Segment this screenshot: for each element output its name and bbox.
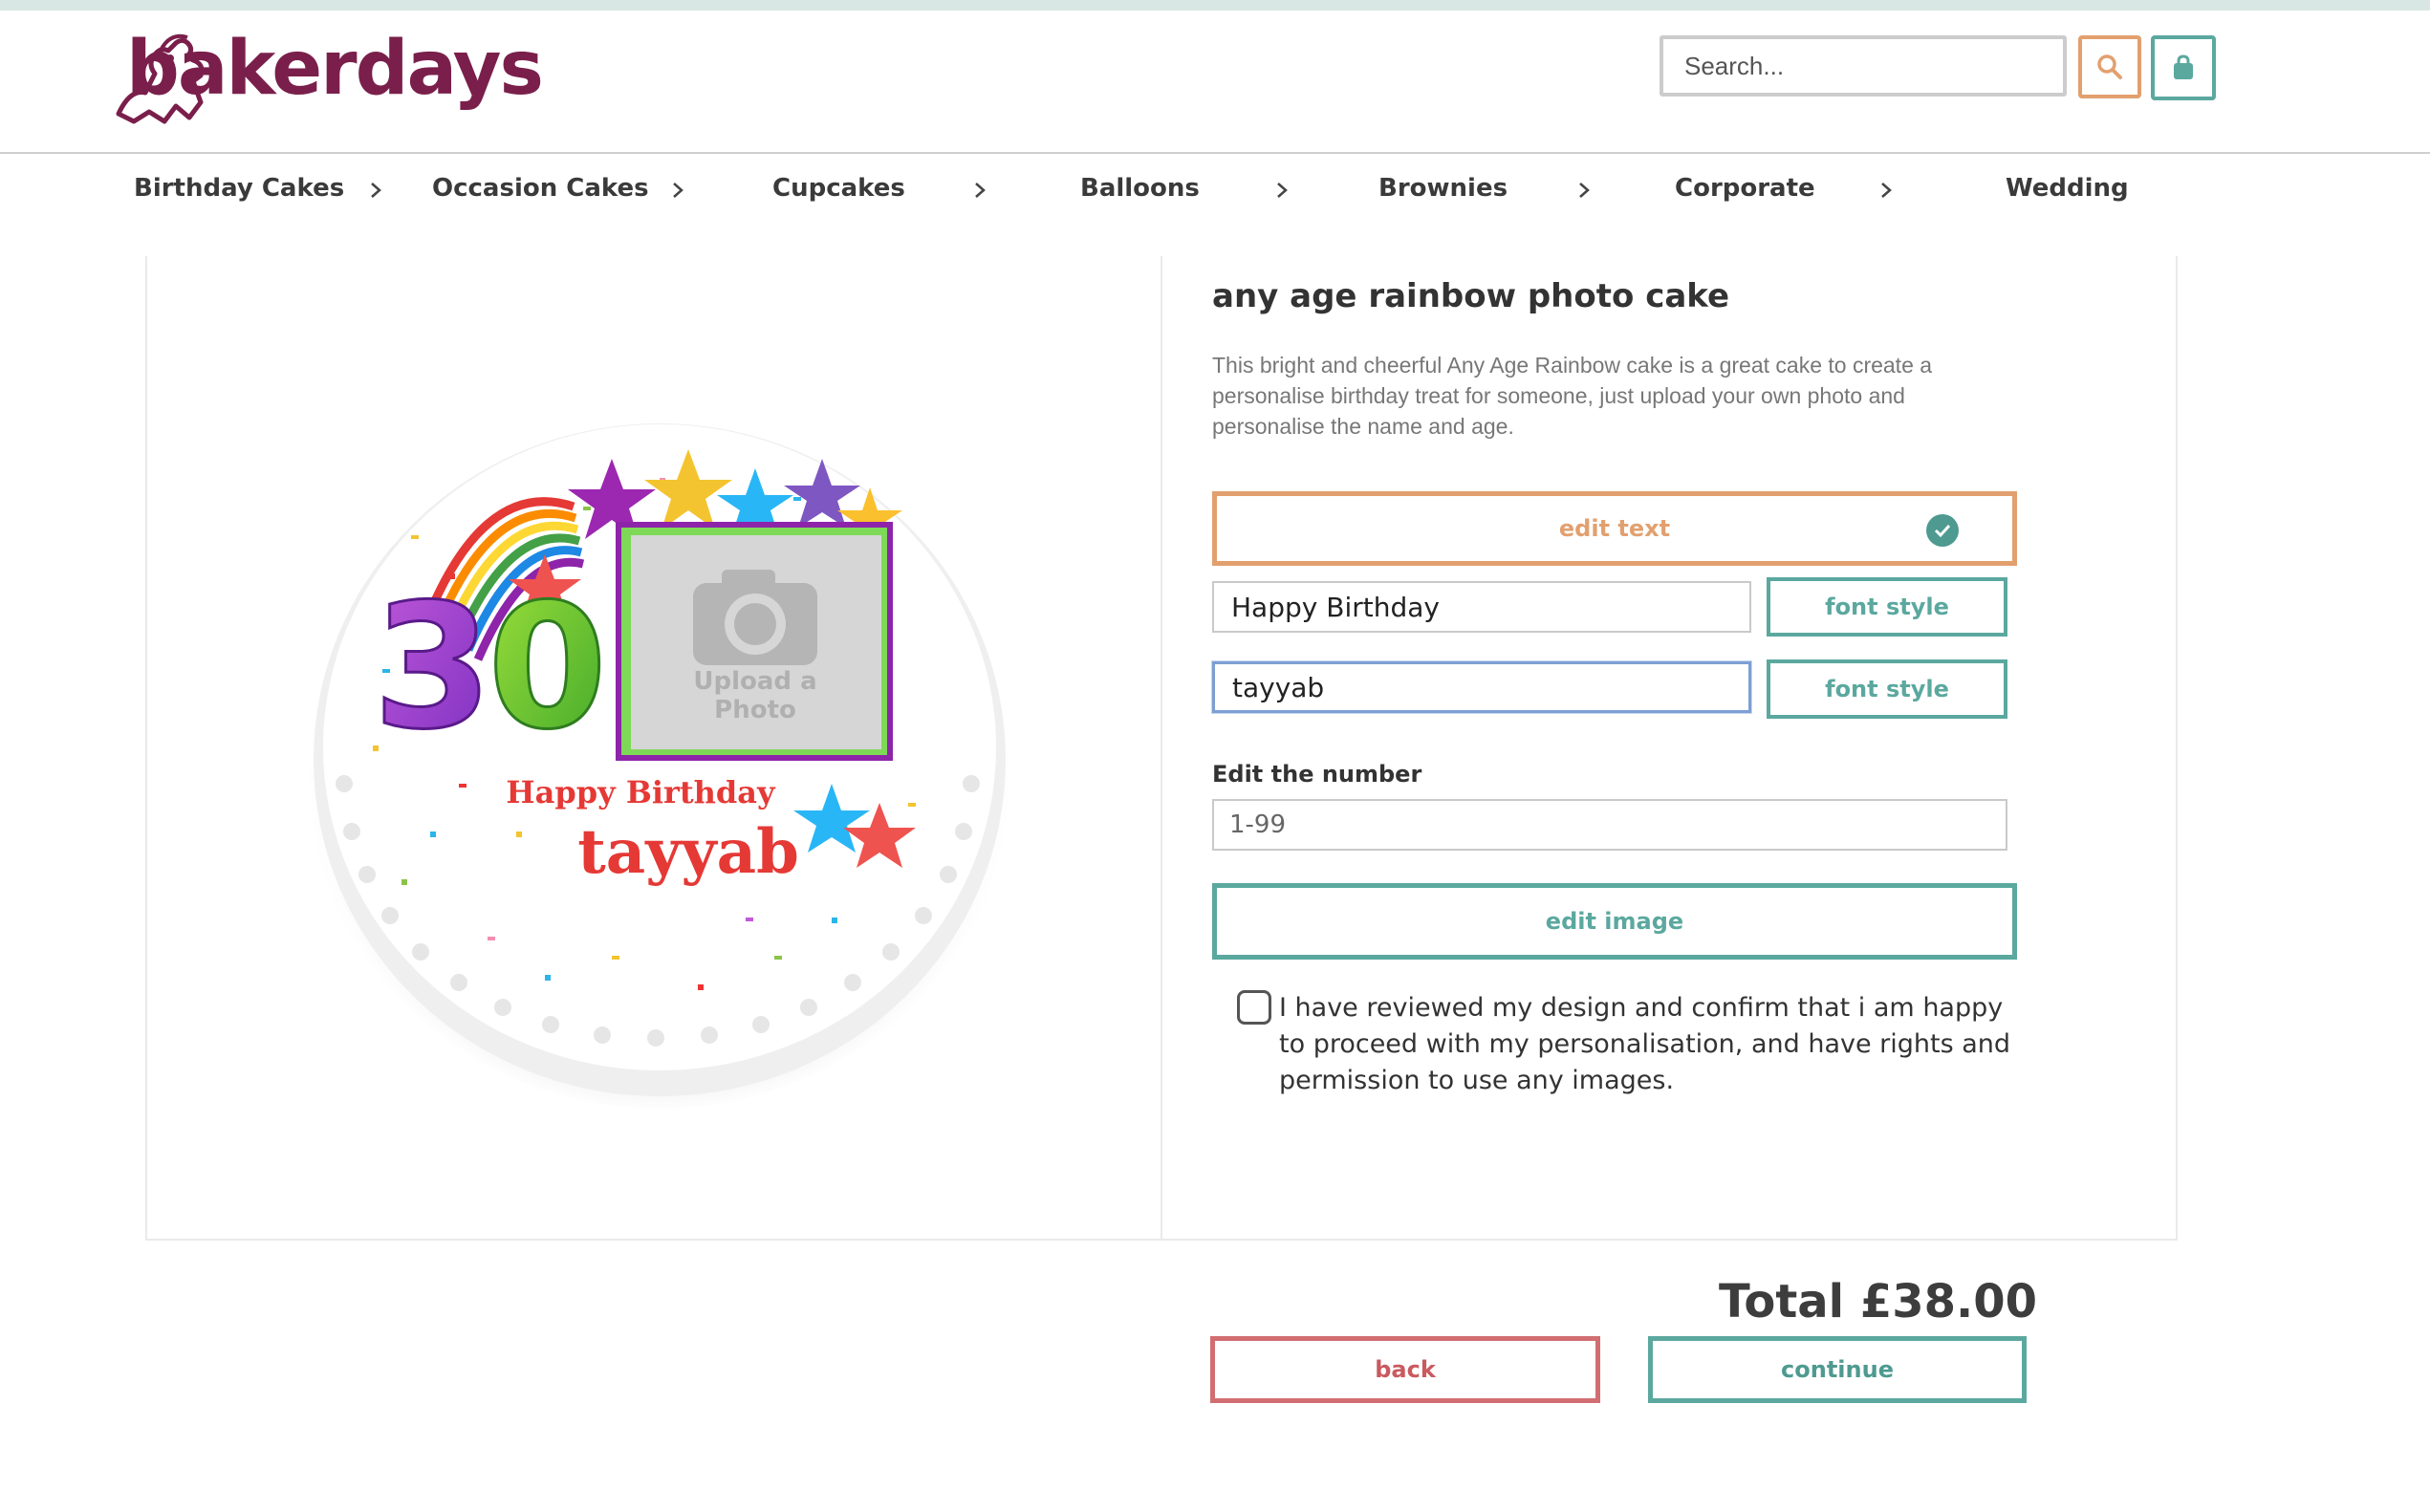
cake-illustration: 3 0 xyxy=(304,421,1015,1109)
search-input[interactable] xyxy=(1660,35,2067,97)
font-style-button-1[interactable]: font style xyxy=(1767,577,2007,637)
cake-line1-text: Happy Birthday xyxy=(506,774,775,810)
nav-birthday-cakes[interactable]: Birthday Cakes xyxy=(134,172,344,205)
back-button[interactable]: back xyxy=(1210,1336,1600,1403)
cart-button[interactable] xyxy=(2151,35,2216,100)
site-header: bakerdays xyxy=(0,11,2430,154)
confirm-text: I have reviewed my design and confirm th… xyxy=(1279,993,2011,1095)
chevron-right-icon[interactable] xyxy=(361,176,390,205)
age-digit-3: 3 xyxy=(373,568,492,767)
number-label: Edit the number xyxy=(1212,761,1422,788)
chevron-right-icon[interactable] xyxy=(1570,176,1598,205)
text-line1-input[interactable] xyxy=(1212,581,1751,633)
chevron-right-icon[interactable] xyxy=(1268,176,1296,205)
nav-cupcakes[interactable]: Cupcakes xyxy=(772,172,905,205)
continue-button[interactable]: continue xyxy=(1648,1336,2027,1403)
chevron-right-icon[interactable] xyxy=(965,176,994,205)
panel-divider xyxy=(1161,256,1162,1241)
camera-icon xyxy=(693,570,817,665)
shopping-bag-icon xyxy=(2174,54,2193,79)
edit-text-button[interactable]: edit text xyxy=(1212,491,2017,566)
chevron-right-icon[interactable] xyxy=(1872,176,1900,205)
cake-preview: 3 0 Upload a Photo Happy Birthday tayyab xyxy=(296,382,1023,1109)
number-input[interactable] xyxy=(1212,799,2007,851)
upload-photo-label[interactable]: Upload a Photo xyxy=(660,667,851,724)
brand-name[interactable]: bakerdays xyxy=(126,26,544,112)
category-nav: Birthday Cakes Occasion Cakes Cupcakes B… xyxy=(0,153,2430,222)
confirm-checkbox[interactable] xyxy=(1237,990,1271,1025)
text-line2-input[interactable] xyxy=(1212,661,1751,713)
order-total: Total £38.00 xyxy=(1719,1275,2038,1328)
top-accent-bar xyxy=(0,0,2430,11)
chevron-right-icon[interactable] xyxy=(663,176,692,205)
age-digit-0: 0 xyxy=(488,568,607,767)
search-icon xyxy=(2097,54,2122,79)
nav-brownies[interactable]: Brownies xyxy=(1378,172,1508,205)
product-description: This bright and cheerful Any Age Rainbow… xyxy=(1212,353,1933,439)
edit-image-button[interactable]: edit image xyxy=(1212,883,2017,960)
nav-wedding[interactable]: Wedding xyxy=(2006,172,2129,205)
product-title: any age rainbow photo cake xyxy=(1212,277,1730,315)
font-style-button-2[interactable]: font style xyxy=(1767,659,2007,719)
edit-text-label: edit text xyxy=(1558,515,1671,542)
search-button[interactable] xyxy=(2078,35,2141,98)
cake-line2-text: tayyab xyxy=(577,816,799,888)
nav-occasion-cakes[interactable]: Occasion Cakes xyxy=(432,172,649,205)
nav-corporate[interactable]: Corporate xyxy=(1675,172,1815,205)
nav-balloons[interactable]: Balloons xyxy=(1080,172,1200,205)
checkmark-icon xyxy=(1926,514,1959,547)
